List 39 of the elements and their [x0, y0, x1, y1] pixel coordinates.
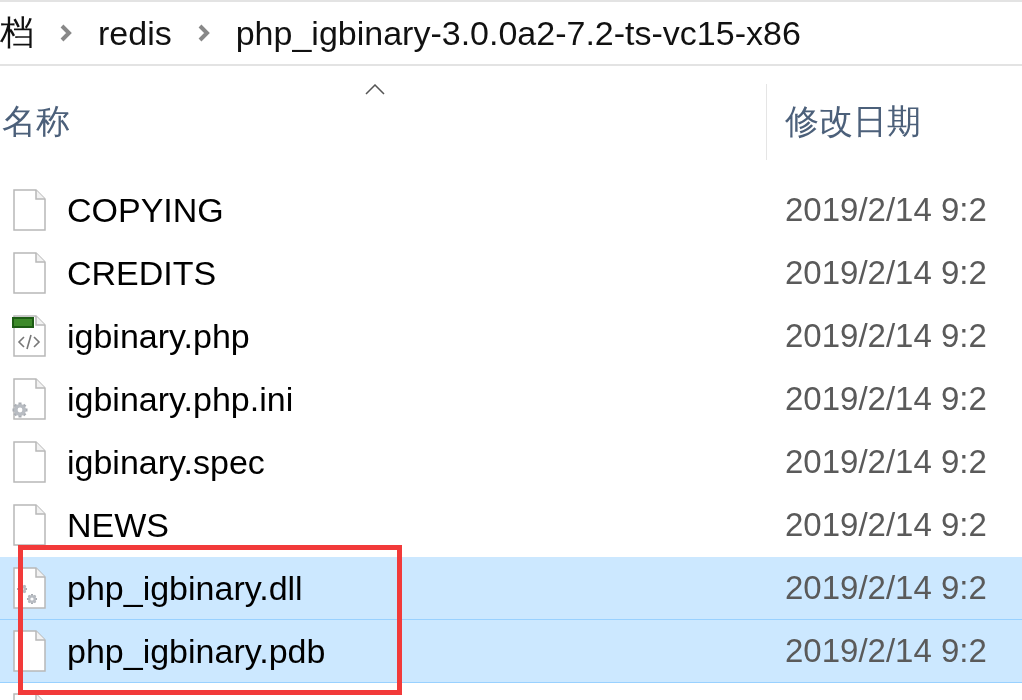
settings-file-icon [12, 378, 47, 420]
file-row[interactable]: php_igbinary.dll 2019/2/14 9:2 [0, 557, 1022, 620]
breadcrumb-item[interactable]: redis [98, 13, 172, 53]
file-name: NEWS [67, 505, 169, 545]
file-name: php_igbinary.dll [67, 568, 303, 608]
file-name: igbinary.php.ini [67, 379, 294, 419]
file-row[interactable]: igbinary.php 2019/2/14 9:2 [0, 305, 1022, 368]
file-row[interactable]: php_igbinary.pdb 2019/2/14 9:2 [0, 620, 1022, 683]
modified-date: 2019/2/14 9:2 [784, 380, 988, 418]
column-label: 修改日期 [785, 101, 921, 142]
file-icon [12, 252, 47, 294]
column-header[interactable]: 修改日期 [766, 84, 1022, 160]
file-name: COPYING [67, 190, 224, 230]
file-row[interactable]: CREDITS 2019/2/14 9:2 [0, 242, 1022, 305]
modified-date: 2019/2/14 9:2 [784, 632, 988, 670]
file-name: igbinary.php [67, 316, 250, 356]
file-row[interactable]: igbinary.php.ini 2019/2/14 9:2 [0, 368, 1022, 431]
breadcrumb-item[interactable]: php_igbinary-3.0.0a2-7.2-ts-vc15-x86 [235, 13, 801, 53]
breadcrumb-item[interactable]: 档 [0, 10, 34, 56]
modified-date: 2019/2/14 9:2 [784, 191, 988, 229]
modified-date: 2019/2/14 9:2 [784, 569, 988, 607]
file-icon [12, 504, 47, 546]
file-icon [12, 189, 47, 231]
file-row[interactable]: igbinary.spec 2019/2/14 9:2 [0, 431, 1022, 494]
file-icon [12, 441, 47, 483]
modified-date: 2019/2/14 9:2 [784, 317, 988, 355]
file-row[interactable]: NEWS 2019/2/14 9:2 [0, 494, 1022, 557]
file-name: php_igbinary.pdb [67, 631, 326, 671]
chevron-icon[interactable] [60, 24, 72, 42]
chevron-icon[interactable] [197, 24, 210, 42]
modified-date: 2019/2/14 9:2 [784, 443, 988, 481]
modified-date: 2019/2/14 9:2 [784, 254, 988, 292]
file-name: CREDITS [67, 253, 217, 293]
modified-date: 2019/2/14 9:2 [784, 506, 988, 544]
column-header[interactable]: 名称 [0, 84, 766, 160]
php-file-icon [12, 315, 47, 357]
file-name: igbinary.spec [67, 442, 265, 482]
file-row[interactable]: COPYING 2019/2/14 9:2 [0, 179, 1022, 242]
column-label: 名称 [2, 101, 70, 142]
